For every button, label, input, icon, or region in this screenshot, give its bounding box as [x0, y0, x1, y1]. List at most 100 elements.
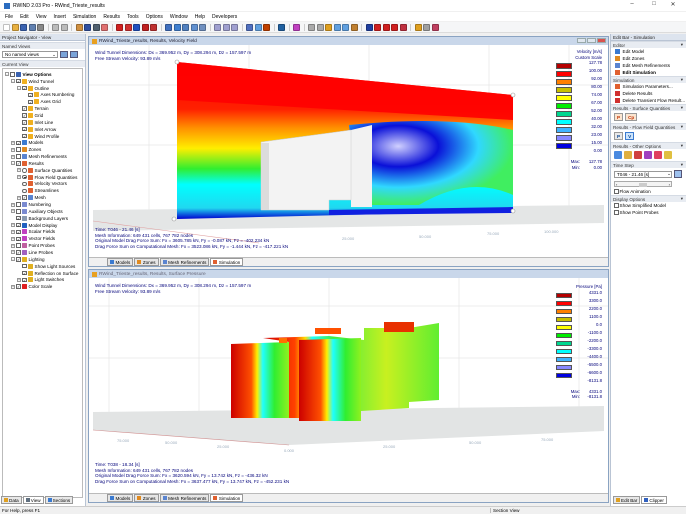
toolbar-button-icon[interactable] [116, 23, 123, 31]
menu-insert[interactable]: Insert [53, 14, 66, 20]
toolbar-button-icon[interactable] [75, 23, 83, 31]
other-options-header[interactable]: Results - Other Options ▾ [611, 142, 686, 149]
tab-edit-bar[interactable]: Edit Bar [613, 496, 641, 504]
tab-zones[interactable]: Zones [134, 494, 159, 502]
delete-transient-item[interactable]: Delete Transient Flow Result... [611, 97, 686, 104]
radio-button[interactable] [22, 188, 27, 194]
toolbar-button-icon[interactable] [308, 23, 315, 31]
checkbox[interactable] [16, 243, 21, 248]
toolbar-button-icon[interactable] [278, 23, 285, 31]
checkbox[interactable] [22, 263, 27, 269]
surface-pressure-button[interactable]: P [614, 113, 624, 121]
toolbar-button-icon[interactable] [350, 23, 358, 31]
toolbar-button-icon[interactable] [374, 23, 381, 31]
checkbox[interactable]: ✓ [22, 195, 27, 200]
toolbar-button-icon[interactable] [11, 23, 19, 31]
tree-item-line-probes[interactable]: + ✓ Line Probes [11, 249, 53, 256]
time-step-header[interactable]: Time Step ▾ [611, 161, 686, 168]
tree-item-inlet-line[interactable]: ✓ Inlet Line [17, 119, 53, 126]
collapse-icon[interactable]: - [11, 161, 15, 166]
tree-item-show-light-sources[interactable]: Show Light Sources [17, 263, 75, 270]
toolbar-button-icon[interactable] [124, 23, 132, 31]
tab-view[interactable]: View [22, 496, 44, 504]
checkbox[interactable]: ✓ [28, 99, 33, 105]
toolbar-button-icon[interactable] [423, 23, 430, 31]
time-step-table-button[interactable] [674, 170, 682, 178]
collapse-icon[interactable]: - [11, 257, 15, 262]
tab-mesh-refinements[interactable]: Mesh Refinements [159, 258, 210, 266]
checkbox[interactable] [614, 203, 619, 208]
edit-zones-item[interactable]: Edit Zones [611, 55, 686, 62]
option-button[interactable] [624, 151, 632, 159]
tree-item-inlet-arrow[interactable]: ✓ Inlet Arrow [17, 126, 56, 133]
menu-window[interactable]: Window [170, 14, 188, 20]
checkbox[interactable]: ✓ [22, 133, 27, 139]
tree-item-view-options[interactable]: - View Options [5, 71, 52, 78]
maximize-button[interactable]: □ [647, 1, 661, 7]
delete-results-item[interactable]: Delete Results [611, 90, 686, 97]
arrow-right-icon[interactable]: › [669, 182, 670, 187]
menu-help[interactable]: Help [195, 14, 205, 20]
flow-pressure-button[interactable]: P [614, 132, 624, 140]
toolbar-button-icon[interactable] [246, 23, 253, 31]
toolbar-button-icon[interactable] [342, 23, 349, 31]
flow-animation-checkbox[interactable]: Flow Animation [611, 188, 686, 195]
toolbar-button-icon[interactable] [173, 23, 181, 31]
expand-icon[interactable]: + [11, 147, 15, 152]
expand-icon[interactable]: + [11, 202, 15, 207]
tab-sections[interactable]: Sections [44, 496, 74, 504]
expand-icon[interactable]: + [11, 154, 15, 159]
tab-simulation[interactable]: Simulation [210, 258, 244, 266]
radio-button[interactable] [22, 168, 27, 173]
checkbox[interactable] [16, 147, 21, 152]
close-button[interactable] [597, 38, 606, 43]
toolbar-button-icon[interactable] [3, 23, 10, 31]
tab-models[interactable]: Models [107, 494, 134, 502]
display-options-header[interactable]: Display Options ▾ [611, 195, 686, 202]
tree-item-results[interactable]: - ✓ Results [11, 160, 44, 167]
option-button[interactable] [634, 151, 642, 159]
option-button[interactable] [654, 151, 662, 159]
checkbox[interactable]: ✓ [16, 284, 21, 289]
checkbox[interactable]: ✓ [22, 126, 27, 132]
tree-item-numbering[interactable]: + Numbering [11, 201, 51, 208]
show-point-probes-checkbox[interactable]: Show Point Probes [611, 209, 686, 216]
tree-item-auxiliary-objects[interactable]: + Auxiliary Objects [11, 208, 63, 215]
expand-icon[interactable]: + [11, 223, 15, 228]
checkbox[interactable]: ✓ [16, 161, 21, 166]
toolbar-button-icon[interactable] [333, 23, 341, 31]
toolbar-button-icon[interactable] [316, 23, 324, 31]
tab-simulation[interactable]: Simulation [210, 494, 244, 502]
menu-tools[interactable]: Tools [127, 14, 139, 20]
checkbox[interactable]: ✓ [22, 85, 27, 91]
checkbox[interactable]: ✓ [16, 229, 21, 235]
toolbar-button-icon[interactable] [182, 23, 189, 31]
checkbox[interactable]: ✓ [28, 92, 33, 98]
option-button[interactable] [614, 151, 622, 159]
menu-simulation[interactable]: Simulation [73, 14, 96, 20]
simulation-section-header[interactable]: Simulation ▾ [611, 76, 686, 83]
checkbox[interactable]: ✓ [16, 250, 21, 255]
expand-icon[interactable]: + [17, 277, 21, 282]
collapse-icon[interactable]: - [5, 72, 9, 77]
expand-icon[interactable]: + [11, 250, 15, 255]
edit-mesh-refinements-item[interactable]: Edit Mesh Refinements [611, 62, 686, 69]
tree-item-color-scale[interactable]: + ✓ Color Scale [11, 283, 52, 290]
checkbox[interactable]: ✓ [22, 270, 27, 276]
pressure-coefficient-button[interactable]: Cp [625, 113, 638, 121]
tree-item-outline[interactable]: - ✓ Outline [17, 85, 49, 92]
minimize-button[interactable]: – [625, 1, 639, 7]
menu-file[interactable]: File [5, 14, 13, 20]
expand-icon[interactable]: + [17, 168, 21, 173]
edit-simulation-item[interactable]: Edit Simulation [611, 69, 686, 76]
toolbar-button-icon[interactable] [52, 23, 59, 31]
toolbar-button-icon[interactable] [150, 23, 157, 31]
checkbox[interactable] [16, 209, 21, 214]
section-view-indicator[interactable]: Section View [490, 508, 519, 513]
toolbar-button-icon[interactable] [391, 23, 398, 31]
toolbar-button-icon[interactable] [414, 23, 422, 31]
checkbox[interactable] [10, 72, 15, 77]
option-button[interactable] [644, 151, 652, 159]
tree-item-models[interactable]: + ✓ Models [11, 140, 43, 147]
editor-section-header[interactable]: Editor ▾ [611, 41, 686, 48]
